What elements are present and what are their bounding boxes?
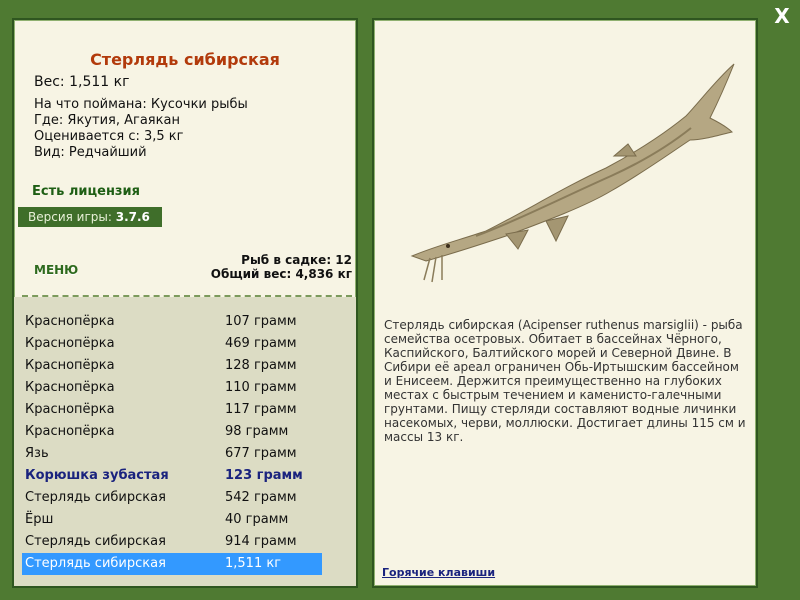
catch-row[interactable]: Стерлядь сибирская 542 грамм <box>22 487 322 509</box>
version-value: 3.7.6 <box>115 210 150 224</box>
close-button[interactable]: X <box>768 4 796 28</box>
catch-fish-weight: 110 грамм <box>225 380 297 395</box>
catch-row[interactable]: Корюшка зубастая 123 грамм <box>22 465 322 487</box>
version-label: Версия игры: <box>28 210 112 224</box>
fish-details: На что поймана: Кусочки рыбы Где: Якутия… <box>34 97 248 161</box>
catch-fish-name: Ёрш <box>25 512 54 527</box>
catch-row[interactable]: Стерлядь сибирская 1,511 кг <box>22 553 322 575</box>
rarity-text: Вид: Редчайший <box>34 145 147 160</box>
catch-fish-weight: 128 грамм <box>225 358 297 373</box>
fish-description-panel: Стерлядь сибирская (Acipenser ruthenus m… <box>372 18 758 588</box>
catch-fish-name: Краснопёрка <box>25 336 115 351</box>
catch-fish-name: Стерлядь сибирская <box>25 556 166 571</box>
fish-title: Стерлядь сибирская <box>90 50 280 69</box>
catch-fish-weight: 677 грамм <box>225 446 297 461</box>
catch-info-panel: Стерлядь сибирская Вес: 1,511 кг На что … <box>12 18 358 588</box>
catch-fish-name: Краснопёрка <box>25 358 115 373</box>
hotkeys-link[interactable]: Горячие клавиши <box>382 566 495 579</box>
keepnet-stats: Рыб в садке: 12 Общий вес: 4,836 кг <box>211 253 352 281</box>
catch-fish-name: Краснопёрка <box>25 424 115 439</box>
catch-row[interactable]: Краснопёрка 110 грамм <box>22 377 322 399</box>
fish-description: Стерлядь сибирская (Acipenser ruthenus m… <box>384 318 746 444</box>
catch-fish-weight: 117 грамм <box>225 402 297 417</box>
catch-row[interactable]: Язь 677 грамм <box>22 443 322 465</box>
catch-fish-weight: 914 грамм <box>225 534 297 549</box>
catch-fish-weight: 123 грамм <box>225 468 303 483</box>
catch-fish-weight: 1,511 кг <box>225 556 282 571</box>
bait-text: На что поймана: Кусочки рыбы <box>34 97 248 112</box>
catch-fish-name: Краснопёрка <box>25 380 115 395</box>
fish-count: Рыб в садке: 12 <box>241 253 352 267</box>
catch-row[interactable]: Ёрш 40 грамм <box>22 509 322 531</box>
menu-button[interactable]: МЕНЮ <box>34 263 78 277</box>
catch-fish-name: Краснопёрка <box>25 402 115 417</box>
catch-row[interactable]: Краснопёрка 469 грамм <box>22 333 322 355</box>
catch-fish-name: Корюшка зубастая <box>25 468 169 483</box>
catch-row[interactable]: Краснопёрка 117 грамм <box>22 399 322 421</box>
catch-fish-weight: 542 грамм <box>225 490 297 505</box>
catch-fish-weight: 98 грамм <box>225 424 289 439</box>
fish-weight: Вес: 1,511 кг <box>34 74 130 90</box>
location-text: Где: Якутия, Агаякан <box>34 113 180 128</box>
catch-fish-name: Стерлядь сибирская <box>25 534 166 549</box>
total-weight: Общий вес: 4,836 кг <box>210 267 352 281</box>
license-status: Есть лицензия <box>32 184 140 199</box>
catch-list: Краснопёрка 107 грамм Краснопёрка 469 грамм… <box>14 297 356 586</box>
catch-fish-name: Краснопёрка <box>25 314 115 329</box>
catch-fish-weight: 469 грамм <box>225 336 297 351</box>
catch-fish-name: Стерлядь сибирская <box>25 490 166 505</box>
catch-fish-weight: 40 грамм <box>225 512 289 527</box>
catch-fish-weight: 107 грамм <box>225 314 297 329</box>
catch-row[interactable]: Краснопёрка 107 грамм <box>22 311 322 333</box>
fish-image <box>396 56 736 296</box>
value-text: Оценивается с: 3,5 кг <box>34 129 184 144</box>
catch-row[interactable]: Краснопёрка 98 грамм <box>22 421 322 443</box>
sterlet-illustration <box>410 63 735 283</box>
catch-row[interactable]: Стерлядь сибирская 914 грамм <box>22 531 322 553</box>
version-badge: Версия игры: 3.7.6 <box>18 207 162 227</box>
catch-row[interactable]: Краснопёрка 128 грамм <box>22 355 322 377</box>
catch-fish-name: Язь <box>25 446 49 461</box>
